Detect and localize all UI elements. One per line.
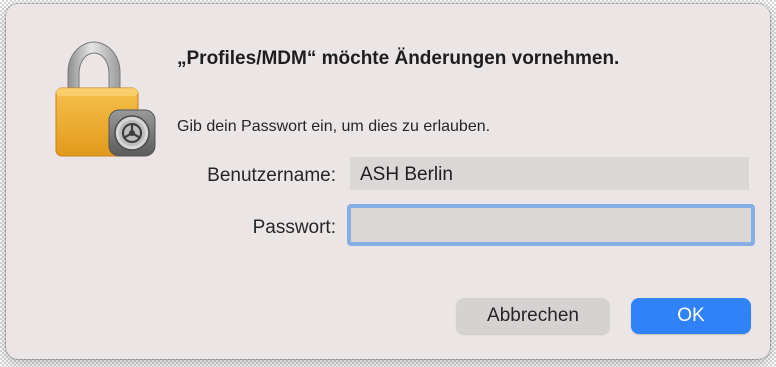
password-field-container bbox=[347, 204, 755, 246]
ok-button[interactable]: OK bbox=[631, 298, 751, 334]
password-label: Passwort: bbox=[252, 217, 336, 238]
password-field[interactable] bbox=[351, 208, 751, 242]
dialog-message: Gib dein Passwort ein, um dies zu erlaub… bbox=[177, 118, 491, 135]
username-label: Benutzername: bbox=[207, 165, 336, 186]
authorization-dialog: „Profiles/MDM“ möchte Änderungen vornehm… bbox=[6, 4, 770, 359]
dialog-title: „Profiles/MDM“ möchte Änderungen vornehm… bbox=[177, 48, 620, 69]
cancel-button[interactable]: Abbrechen bbox=[456, 298, 610, 334]
lock-settings-icon bbox=[51, 40, 161, 160]
username-field[interactable]: ASH Berlin bbox=[350, 157, 749, 190]
